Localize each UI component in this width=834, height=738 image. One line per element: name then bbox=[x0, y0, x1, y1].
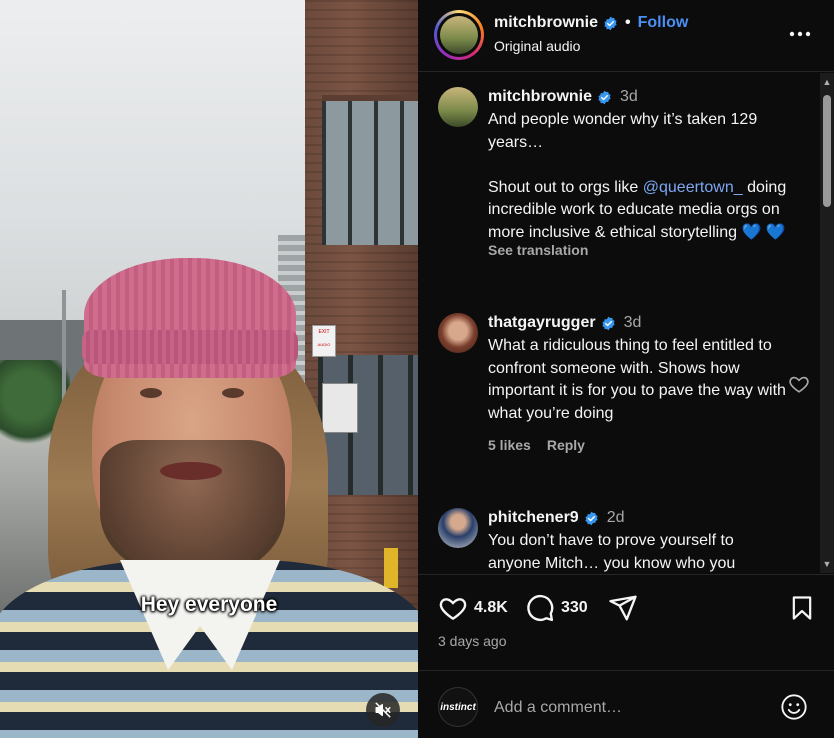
left-eye bbox=[140, 388, 162, 398]
comment-text: You don’t have to prove yourself to anyo… bbox=[488, 532, 736, 572]
see-translation-link[interactable]: See translation bbox=[488, 242, 788, 258]
comment-text: What a ridiculous thing to feel entitled… bbox=[488, 337, 786, 422]
comment-username[interactable]: thatgayrugger bbox=[488, 313, 596, 333]
scroll-down-arrow-icon[interactable]: ▼ bbox=[822, 559, 832, 569]
comment-avatar[interactable] bbox=[438, 313, 478, 353]
comment-username[interactable]: mitchbrownie bbox=[488, 87, 592, 107]
comment-time[interactable]: 3d bbox=[624, 313, 642, 333]
verified-badge-icon bbox=[598, 90, 611, 104]
post-actions-bar: 4.8K 330 3 days ago bbox=[418, 574, 834, 649]
verified-badge-icon bbox=[585, 511, 598, 525]
video-caption: Hey everyone bbox=[140, 593, 278, 616]
person-in-video bbox=[0, 0, 418, 738]
original-audio-link[interactable]: Original audio bbox=[494, 38, 580, 54]
posted-time[interactable]: 3 days ago bbox=[438, 633, 507, 649]
author-username[interactable]: mitchbrownie bbox=[494, 14, 598, 32]
avatar-logo-text: instinct bbox=[440, 701, 476, 713]
comments-count[interactable]: 330 bbox=[561, 599, 588, 617]
comment-bubble-icon[interactable] bbox=[525, 593, 555, 623]
author-avatar[interactable] bbox=[434, 10, 484, 60]
comments-scrollbar[interactable]: ▲ ▼ bbox=[820, 73, 834, 573]
comment-action[interactable]: 330 bbox=[525, 593, 588, 623]
comment-time[interactable]: 3d bbox=[620, 87, 638, 107]
post-side-panel: mitchbrownie • Follow Original audio mit… bbox=[418, 0, 834, 738]
bookmark-icon[interactable] bbox=[788, 593, 816, 623]
follow-button[interactable]: Follow bbox=[638, 14, 689, 32]
emoji-smiley-icon[interactable] bbox=[780, 693, 808, 721]
beanie-cuff bbox=[82, 330, 298, 364]
more-horizontal-icon bbox=[789, 31, 811, 37]
comment-username[interactable]: phitchener9 bbox=[488, 508, 579, 528]
comment-avatar[interactable] bbox=[438, 87, 478, 127]
add-comment-bar: instinct bbox=[418, 670, 834, 738]
like-comment-heart-icon[interactable] bbox=[788, 373, 810, 395]
video-player[interactable]: EXIT AUDIO Hey everyone bbox=[0, 0, 418, 738]
comment-time[interactable]: 2d bbox=[607, 508, 625, 528]
current-user-avatar: instinct bbox=[438, 687, 478, 727]
post-header: mitchbrownie • Follow Original audio bbox=[418, 0, 834, 72]
comment-avatar[interactable] bbox=[438, 508, 478, 548]
mention-link[interactable]: @queertown_ bbox=[643, 179, 743, 196]
comment-text: And people wonder why it’s taken 129 yea… bbox=[488, 111, 787, 241]
heart-icon[interactable] bbox=[438, 593, 468, 623]
speaker-muted-icon bbox=[375, 702, 391, 718]
comment-input[interactable] bbox=[494, 695, 764, 721]
like-action[interactable]: 4.8K bbox=[438, 593, 508, 623]
comments-list[interactable]: mitchbrownie 3d And people wonder why it… bbox=[418, 73, 820, 573]
author-name-row: mitchbrownie • Follow bbox=[494, 14, 688, 32]
reply-button[interactable]: Reply bbox=[547, 437, 585, 453]
likes-count[interactable]: 4.8K bbox=[474, 599, 508, 617]
save-action[interactable] bbox=[788, 593, 816, 623]
verified-badge-icon bbox=[601, 316, 615, 330]
header-separator: • bbox=[625, 14, 631, 31]
scroll-up-arrow-icon[interactable]: ▲ bbox=[822, 77, 832, 87]
comment-likes[interactable]: 5 likes bbox=[488, 437, 531, 453]
share-paper-plane-icon[interactable] bbox=[608, 593, 638, 623]
share-action[interactable] bbox=[608, 593, 638, 623]
scroll-thumb[interactable] bbox=[823, 95, 831, 207]
mouth bbox=[160, 462, 222, 480]
right-eye bbox=[222, 388, 244, 398]
verified-badge-icon bbox=[604, 16, 617, 30]
mute-button[interactable] bbox=[366, 693, 400, 727]
more-options-button[interactable] bbox=[786, 22, 814, 46]
avatar-image bbox=[440, 16, 478, 54]
beard bbox=[100, 440, 285, 580]
